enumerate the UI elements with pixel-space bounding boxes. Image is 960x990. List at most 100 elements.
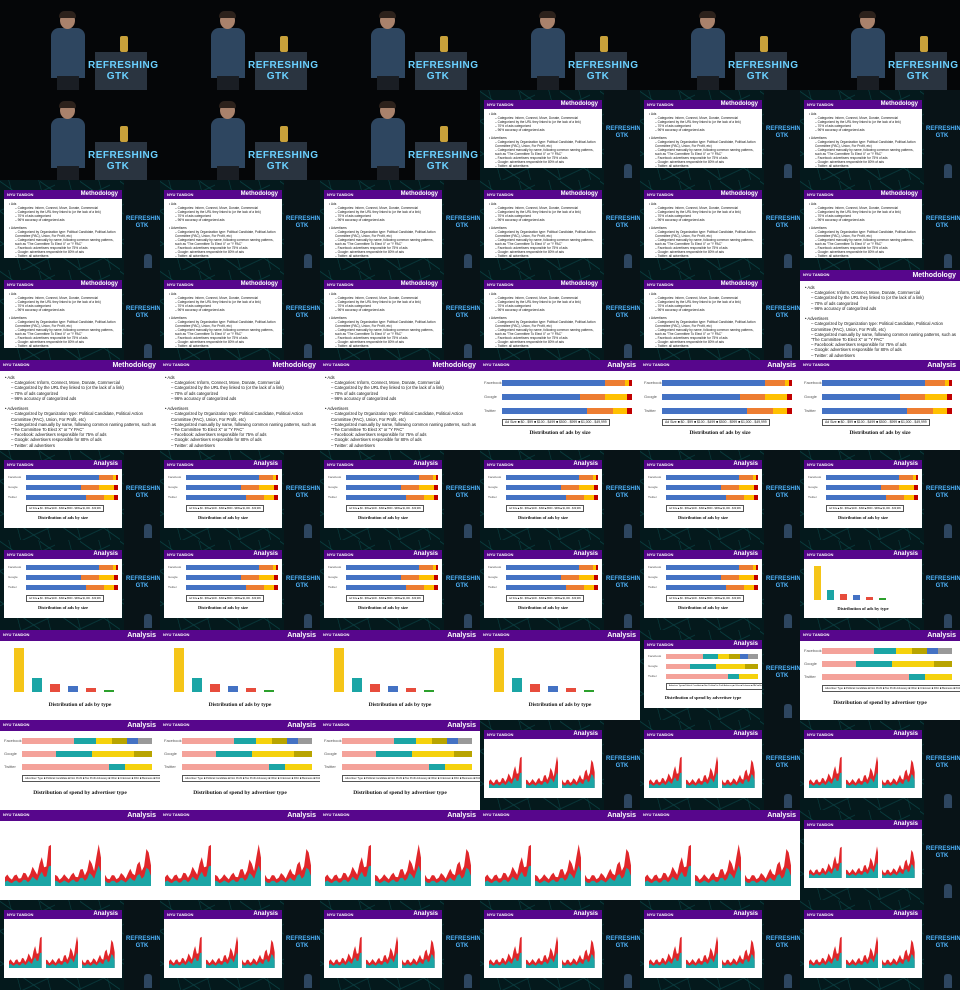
bullet-item: – Categorized by Organization type: Poli…	[175, 320, 276, 328]
slide-title: Analysis	[93, 461, 118, 467]
bar-segment	[182, 738, 234, 744]
speaker-video-panel: REFRESHING GTK	[764, 720, 800, 810]
slide-header: NYU TANDON Methodology	[164, 280, 282, 289]
row-label: Facebook	[164, 738, 182, 743]
speaker-legs	[217, 76, 239, 90]
type-bar	[840, 594, 847, 600]
time-series-panel	[205, 930, 239, 968]
bar-segment	[584, 495, 595, 500]
event-logo: REFRESHING GTK	[408, 60, 478, 82]
slide-header: NYU TANDON Analysis	[484, 730, 602, 739]
slide-logo: NYU TANDON	[647, 192, 674, 197]
slide-logo: NYU TANDON	[3, 632, 30, 637]
bar-segment	[506, 565, 579, 570]
slide: NYU TANDON Analysis	[160, 810, 320, 900]
slide-header: NYU TANDON Analysis	[480, 630, 640, 641]
time-series-panel	[402, 930, 435, 968]
bar-segment	[346, 495, 406, 500]
event-logo: REFRESHING GTK	[446, 216, 480, 229]
chart-caption: Distribution of spend by advertiser type	[353, 790, 447, 796]
slide-logo: NYU TANDON	[163, 812, 190, 817]
slide-logo: NYU TANDON	[167, 912, 194, 917]
event-logo: REFRESHING GTK	[926, 576, 960, 589]
bar-segment	[502, 408, 587, 414]
bullet-list: • Ads – Categories: Inform, Connect, Move…	[165, 375, 316, 448]
speaker-video-panel: REFRESHING GTK	[124, 450, 160, 540]
bar-segment	[394, 738, 417, 744]
slide-logo: NYU TANDON	[7, 282, 34, 287]
bar-segment	[666, 475, 739, 480]
bar-segment	[81, 485, 99, 490]
time-series-panel	[9, 930, 42, 968]
slide-logo: NYU TANDON	[167, 552, 194, 557]
speaker	[688, 11, 728, 90]
time-series-panel	[105, 836, 151, 886]
bar-segment	[756, 475, 758, 480]
bar-segment	[756, 565, 758, 570]
slide-header: NYU TANDON Analysis	[644, 910, 762, 919]
chart-caption: Distribution of ads by size	[37, 515, 88, 520]
size-legend: Ad Size ■ $0 - $99 ■ $100 - $499 ■ $500 …	[662, 419, 770, 426]
speaker-thumbnail	[464, 614, 472, 628]
row-label: Google	[168, 575, 178, 579]
slide-header: NYU TANDON Analysis	[324, 460, 442, 469]
video-frame: REFRESHING GTK NYU TANDON Analysis Facebook…	[320, 540, 480, 630]
bar-segment	[293, 751, 312, 757]
type-bar	[334, 648, 344, 692]
video-frame: REFRESHING GTK NYU TANDON Analysis	[800, 720, 960, 810]
speaker-video-panel: REFRESHING GTK	[924, 180, 960, 270]
speaker-thumbnail	[784, 704, 792, 718]
video-frame: REFRESHING GTK NYU TANDON Analysis Facebook…	[480, 450, 640, 540]
time-series-panel	[485, 836, 531, 886]
type-bar	[827, 590, 834, 600]
bullet-item: – Twitter: all advertisers	[495, 254, 529, 258]
video-frame: REFRESHING GTK NYU TANDON Methodology • Ads…	[640, 270, 800, 360]
slide-logo: NYU TANDON	[807, 822, 834, 827]
video-frame: NYU TANDON Analysis	[480, 810, 640, 900]
speaker-thumbnail	[784, 344, 792, 358]
slide-title: Methodology	[720, 101, 758, 107]
bar-segment	[26, 485, 82, 490]
slide-logo: NYU TANDON	[327, 912, 354, 917]
row-label: Twitter	[488, 495, 497, 499]
video-frame: REFRESHING GTK NYU TANDON Methodology • Ads…	[320, 180, 480, 270]
video-frame: REFRESHING GTK	[800, 0, 960, 90]
area-chart	[722, 759, 755, 788]
slide-logo: NYU TANDON	[323, 632, 350, 637]
slide: NYU TANDON Analysis Facebook Google Twitter A…	[800, 630, 960, 720]
time-series-panel	[645, 836, 691, 886]
area-chart	[882, 939, 915, 968]
slide-header: NYU TANDON Analysis	[484, 910, 602, 919]
video-frame: REFRESHING GTK NYU TANDON Analysis	[800, 900, 960, 990]
slide-logo: NYU TANDON	[807, 552, 834, 557]
slide: NYU TANDON Analysis	[640, 810, 800, 900]
bullet-item: – Categorized by Organization type: Poli…	[655, 230, 756, 238]
bar-segment	[898, 475, 914, 480]
row-label: Facebook	[808, 475, 822, 479]
row-label: Facebook	[168, 475, 182, 479]
speaker-thumbnail	[624, 164, 632, 178]
bar-segment	[256, 738, 272, 744]
stacked-bar	[822, 674, 952, 680]
time-series-panel	[375, 836, 421, 886]
bullet-item: – Categorized manually by name, followin…	[495, 148, 594, 156]
video-frame: REFRESHING GTK NYU TANDON Methodology • Ads…	[0, 180, 160, 270]
speaker-hair	[379, 101, 396, 108]
slide-logo: NYU TANDON	[483, 812, 510, 817]
slide-logo: NYU TANDON	[807, 462, 834, 467]
slide-header: NYU TANDON Analysis	[4, 910, 122, 919]
bullet-item: – Twitter: all advertisers	[175, 344, 209, 348]
area-chart	[525, 936, 559, 968]
bullet-item: – Categorized manually by name, followin…	[175, 328, 274, 336]
stacked-bar	[186, 565, 278, 570]
slide-logo: NYU TANDON	[647, 102, 674, 107]
bar-segment	[914, 495, 918, 500]
slide-title: Methodology	[560, 101, 598, 107]
bullet-item: – Categorized manually by name, followin…	[15, 238, 114, 246]
bar-segment	[127, 738, 138, 744]
time-series-panel	[845, 840, 879, 878]
speaker-legs	[217, 166, 239, 180]
bullet-item: – Categorized by Organization type: Poli…	[335, 230, 436, 238]
bar-segment	[565, 495, 585, 500]
bar-segment	[506, 575, 562, 580]
